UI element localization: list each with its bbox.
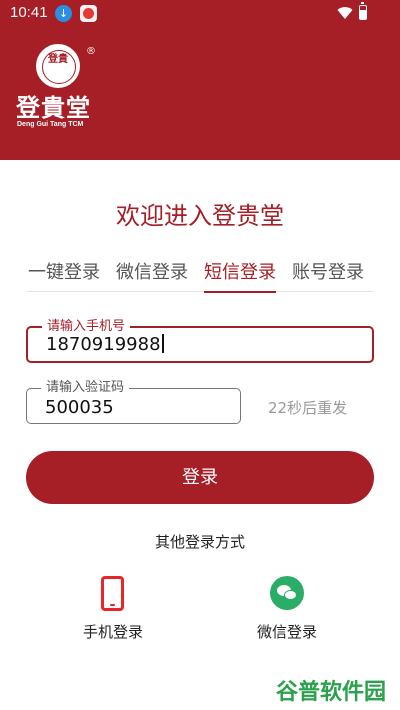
wechat-login-option[interactable]: 微信登录 (237, 576, 337, 642)
login-button[interactable]: 登录 (26, 451, 374, 504)
registered-mark: ® (86, 46, 96, 57)
logo-name-en: Deng Gui Tang TCM (17, 121, 84, 128)
login-tabs: 一键登录 微信登录 短信登录 账号登录 (26, 258, 374, 293)
code-field-value: 500035 (45, 397, 114, 418)
tab-sms-login[interactable]: 短信登录 (202, 258, 278, 293)
wechat-login-label: 微信登录 (256, 623, 317, 641)
other-login-methods-title: 其他登录方式 (154, 533, 245, 551)
wifi-icon (337, 7, 353, 20)
status-time: 10:41 (10, 4, 48, 21)
download-icon: ↓ (55, 5, 72, 22)
tab-one-click-login[interactable]: 一键登录 (26, 258, 102, 292)
tab-wechat-login[interactable]: 微信登录 (114, 258, 190, 292)
phone-login-option[interactable]: 手机登录 (63, 576, 163, 642)
resend-code-countdown: 22秒后重发 (268, 399, 348, 417)
brand-logo: 登貴 ® 登貴堂 Deng Gui Tang TCM (14, 38, 106, 138)
verification-code-input[interactable]: 请输入验证码 500035 (26, 379, 241, 424)
page-title: 欢迎进入登贵堂 (116, 202, 284, 230)
status-bar: 10:41 ↓ (0, 0, 400, 28)
mobile-phone-icon (101, 576, 124, 611)
seal-icon: 登貴 (36, 44, 80, 88)
tab-account-login[interactable]: 账号登录 (290, 258, 366, 292)
code-field-label: 请输入验证码 (41, 379, 130, 397)
phone-login-label: 手机登录 (82, 623, 143, 641)
app-header: 10:41 ↓ 登貴 ® 登貴堂 Deng Gui Tang TCM (0, 0, 400, 160)
text-cursor (161, 334, 164, 353)
phone-number-input[interactable]: 请输入手机号 1870919988 (26, 318, 374, 363)
battery-icon (359, 2, 367, 20)
site-watermark: 谷普软件园 (276, 680, 387, 705)
wechat-icon (270, 576, 304, 610)
phone-field-value: 1870919988 (46, 334, 161, 355)
logo-name-cn: 登貴堂 (16, 93, 91, 122)
app-notification-icon (80, 5, 97, 22)
